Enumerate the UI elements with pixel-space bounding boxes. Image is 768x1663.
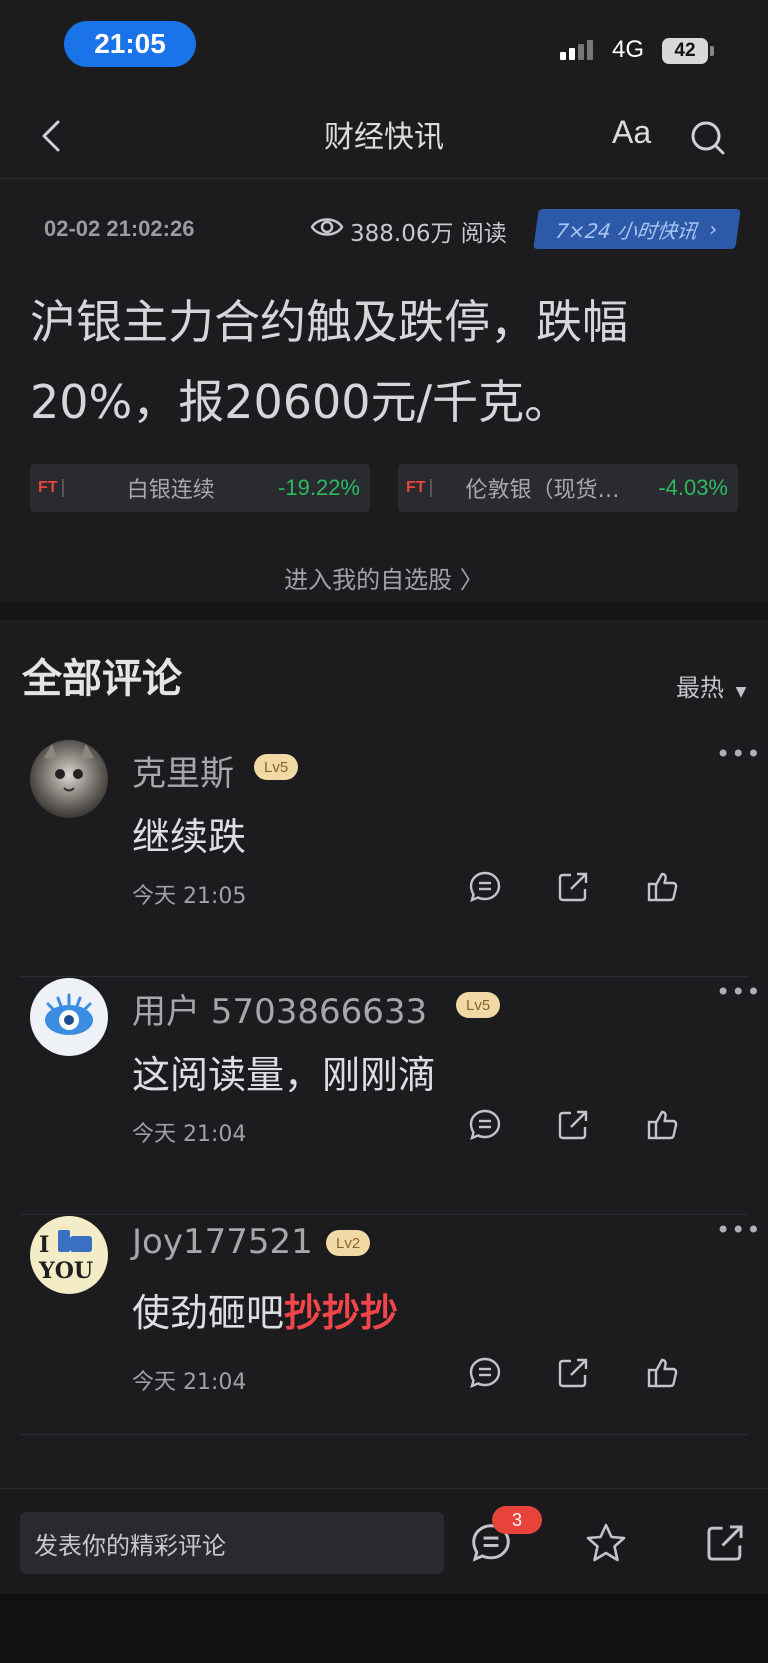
cell-signal-icon <box>560 40 593 60</box>
avatar[interactable] <box>30 978 108 1056</box>
like-icon[interactable] <box>646 870 680 904</box>
share-icon[interactable] <box>704 1522 746 1564</box>
comment-time: 今天 21:05 <box>132 884 247 909</box>
more-icon[interactable]: ••• <box>716 978 761 1006</box>
font-size-button[interactable]: Aa <box>612 114 651 151</box>
share-icon[interactable] <box>556 1356 590 1390</box>
comment-count-badge: 3 <box>492 1506 542 1534</box>
level-badge: Lv5 <box>456 992 501 1018</box>
comment-time: 今天 21:04 <box>132 1370 247 1395</box>
comments-title: 全部评论 <box>22 656 182 702</box>
ft-badge: FT <box>38 479 58 496</box>
star-icon[interactable] <box>584 1522 628 1564</box>
comment-item: 克里斯 Lv5 ••• 继续跌 今天 21:05 <box>0 740 768 978</box>
svg-text:I: I <box>39 1232 49 1258</box>
like-icon[interactable] <box>646 1356 680 1390</box>
sort-label: 最热 <box>676 674 724 702</box>
stock-name: 伦敦银（现货… <box>465 478 620 503</box>
ft-badge: FT <box>406 479 426 496</box>
section-divider <box>0 602 768 620</box>
comment-divider <box>20 976 748 977</box>
comment-item: 用户 5703866633 Lv5 ••• 这阅读量，刚刚滴 今天 21:04 <box>0 978 768 1216</box>
status-time: 21:05 <box>64 21 196 67</box>
level-badge: Lv2 <box>326 1230 371 1256</box>
level-badge: Lv5 <box>254 754 299 780</box>
comment-input[interactable]: 发表你的精彩评论 <box>20 1512 444 1574</box>
news-headline: 沪银主力合约触及跌停，跌幅20%，报20600元/千克。 <box>30 295 628 429</box>
live-news-tag[interactable]: 7×24 小时快讯 › <box>533 209 741 249</box>
stock-chip[interactable]: FT 伦敦银（现货… -4.03% <box>398 464 738 512</box>
share-icon[interactable] <box>556 870 590 904</box>
comment-time: 今天 21:04 <box>132 1122 247 1147</box>
battery-icon <box>710 46 714 56</box>
battery-level: 42 <box>662 38 708 64</box>
watchlist-link[interactable]: 进入我的自选股 〉 <box>0 560 768 595</box>
like-icon[interactable] <box>646 1108 680 1142</box>
comment-text: 继续跌 <box>132 806 246 861</box>
home-indicator-area <box>0 1594 768 1663</box>
stock-change: -4.03% <box>658 475 728 500</box>
comment-divider <box>20 1214 748 1215</box>
comment-text: 使劲砸吧抄抄抄 <box>132 1282 398 1337</box>
comment-divider <box>20 1434 748 1435</box>
nav-divider <box>0 178 768 179</box>
search-icon[interactable] <box>688 118 728 158</box>
caret-down-icon: ▼ <box>735 684 747 700</box>
more-icon[interactable]: ••• <box>716 1216 761 1244</box>
comment-text: 这阅读量，刚刚滴 <box>132 1044 436 1099</box>
page-title: 财经快讯 <box>324 120 444 155</box>
svg-text:YOU: YOU <box>38 1258 93 1284</box>
comment-body: 继续跌 <box>132 815 247 859</box>
comment-username[interactable]: 克里斯 <box>132 746 234 795</box>
chevron-right-icon: › <box>707 217 719 241</box>
comment-username[interactable]: Joy177521 <box>132 1222 313 1262</box>
live-news-tag-label: 7×24 小时快讯 <box>554 218 699 243</box>
comment-body: 这阅读量，刚刚滴 <box>132 1053 437 1097</box>
stock-name: 白银连续 <box>126 478 215 503</box>
comment-item: I YOU Joy177521 Lv2 ••• 使劲砸吧抄抄抄 今天 21:04 <box>0 1216 768 1454</box>
stock-change: -19.22% <box>278 475 360 500</box>
eye-icon <box>310 218 344 236</box>
comment-highlight: 抄抄抄 <box>284 1291 399 1335</box>
comment-body: 使劲砸吧 <box>132 1291 285 1335</box>
comment-username[interactable]: 用户 5703866633 <box>132 984 427 1033</box>
view-count: 388.06万 阅读 <box>350 221 507 247</box>
network-type: 4G <box>612 36 645 63</box>
news-datetime: 02-02 21:02:26 <box>44 216 195 241</box>
stock-chip[interactable]: FT 白银连续 -19.22% <box>30 464 370 512</box>
share-icon[interactable] <box>556 1108 590 1142</box>
avatar[interactable] <box>30 740 108 818</box>
reply-icon[interactable] <box>468 1356 502 1390</box>
reply-icon[interactable] <box>468 870 502 904</box>
more-icon[interactable]: ••• <box>716 740 761 768</box>
sort-dropdown[interactable]: 最热 ▼ <box>676 668 746 703</box>
reply-icon[interactable] <box>468 1108 502 1142</box>
avatar[interactable]: I YOU <box>30 1216 108 1294</box>
